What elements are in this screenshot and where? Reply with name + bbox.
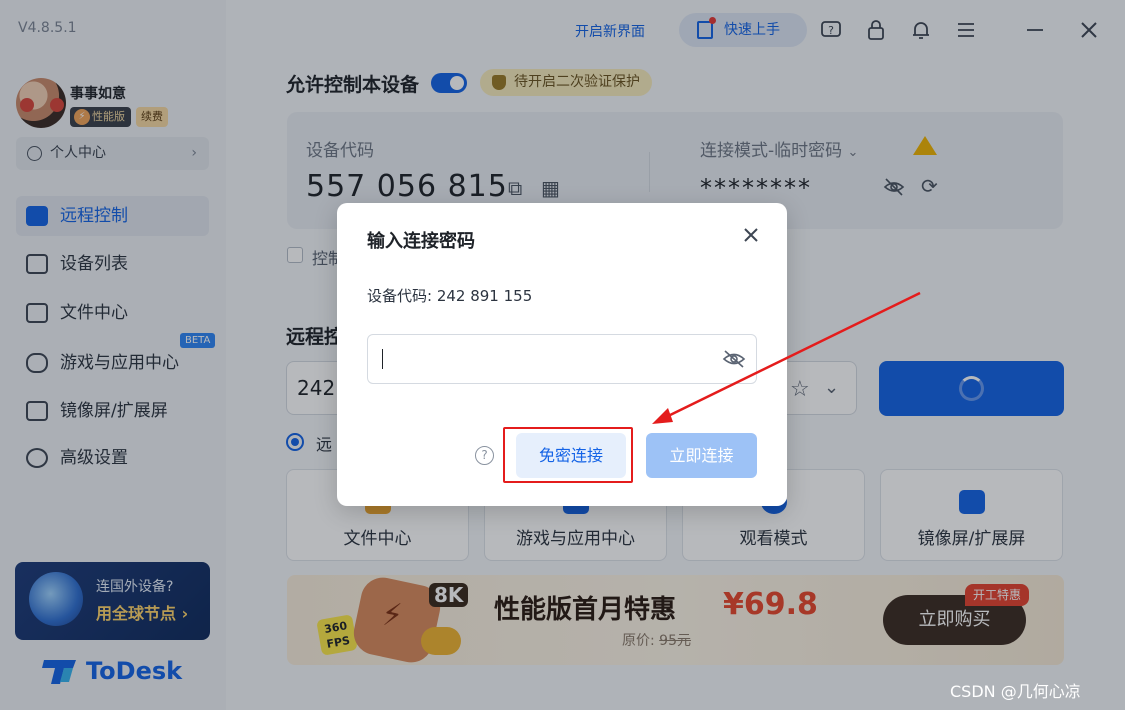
eye-slash-icon[interactable] — [722, 349, 746, 369]
annotation-highlight-box — [503, 427, 633, 483]
password-input[interactable] — [367, 334, 757, 384]
connect-now-button[interactable]: 立即连接 — [646, 433, 757, 478]
dialog-close-icon[interactable] — [739, 223, 763, 247]
watermark: CSDN @几何心凉 — [950, 682, 1081, 701]
dialog-title: 输入连接密码 — [367, 231, 475, 252]
help-icon[interactable]: ? — [475, 446, 494, 465]
text-caret — [382, 349, 383, 369]
dialog-device-code: 设备代码: 242 891 155 — [367, 287, 533, 305]
